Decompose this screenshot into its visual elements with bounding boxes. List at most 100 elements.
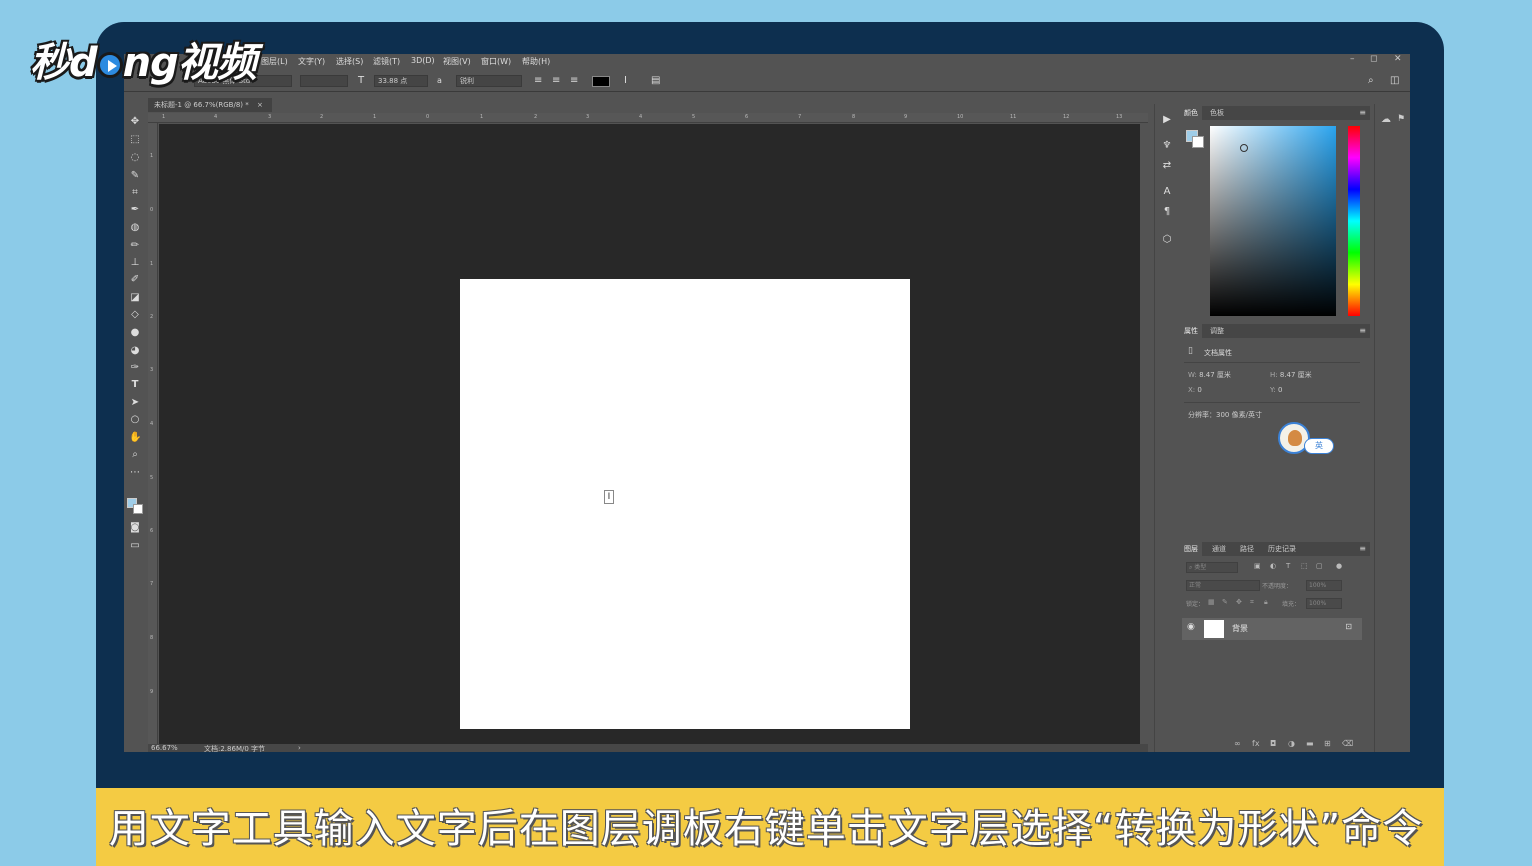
- document-canvas[interactable]: [460, 279, 910, 729]
- fill-field[interactable]: 100%: [1306, 598, 1342, 609]
- opacity-field[interactable]: 100%: [1306, 580, 1342, 591]
- layer-row-background[interactable]: ◉ 背景 ⊡: [1182, 618, 1362, 640]
- menu-select[interactable]: 选择(S): [336, 56, 363, 67]
- input-method-badge[interactable]: 英: [1304, 438, 1334, 454]
- background-color-swatch[interactable]: [1192, 136, 1204, 148]
- tab-adjustments[interactable]: 调整: [1206, 324, 1228, 338]
- character-icon[interactable]: A: [1161, 186, 1173, 198]
- menu-layer[interactable]: 图层(L): [261, 56, 288, 67]
- search-icon[interactable]: ⌕: [1368, 75, 1374, 87]
- adjust-icon[interactable]: ⇄: [1161, 160, 1173, 172]
- tab-channels[interactable]: 通道: [1208, 542, 1230, 556]
- text-color-swatch[interactable]: [592, 76, 610, 87]
- tab-layers[interactable]: 图层: [1180, 542, 1202, 556]
- status-menu-arrow-icon[interactable]: ›: [298, 744, 301, 752]
- menu-view[interactable]: 视图(V): [443, 56, 471, 67]
- screen-mode-icon[interactable]: ▭: [129, 540, 141, 552]
- brush-tool-icon[interactable]: ✏: [129, 240, 141, 252]
- healing-tool-icon[interactable]: ◍: [129, 222, 141, 234]
- hand-tool-icon[interactable]: ✋: [129, 432, 141, 444]
- eyedropper-tool-icon[interactable]: ✒: [129, 204, 141, 216]
- lasso-tool-icon[interactable]: ◌: [129, 152, 141, 164]
- tab-paths[interactable]: 路径: [1236, 542, 1258, 556]
- ellipse-tool-icon[interactable]: ○: [129, 414, 141, 426]
- zoom-level[interactable]: 66.67%: [151, 744, 178, 752]
- history-brush-icon[interactable]: ✐: [129, 274, 141, 286]
- align-left-icon[interactable]: ≡: [534, 75, 542, 87]
- minimize-button[interactable]: –: [1350, 54, 1355, 64]
- lock-paint-icon[interactable]: ✎: [1222, 598, 1228, 606]
- color-picker-handle[interactable]: [1240, 144, 1248, 152]
- lock-pixels-icon[interactable]: ▦: [1208, 598, 1215, 606]
- tab-color[interactable]: 颜色: [1180, 106, 1202, 120]
- layer-name[interactable]: 背景: [1232, 623, 1248, 634]
- play-action-icon[interactable]: ▶: [1161, 114, 1173, 126]
- filter-pixel-icon[interactable]: ▣: [1254, 562, 1261, 570]
- y-field[interactable]: Y: 0: [1270, 386, 1282, 394]
- filter-shape-icon[interactable]: ⬚: [1301, 562, 1308, 570]
- new-layer-icon[interactable]: ⊞: [1324, 739, 1331, 748]
- eraser-tool-icon[interactable]: ◪: [129, 292, 141, 304]
- font-style-select[interactable]: [300, 75, 348, 87]
- paragraph-icon[interactable]: ¶: [1161, 206, 1173, 218]
- add-mask-icon[interactable]: ◘: [1270, 739, 1276, 748]
- brush-preset-icon[interactable]: ♆: [1161, 140, 1173, 152]
- menu-help[interactable]: 帮助(H): [522, 56, 550, 67]
- visibility-eye-icon[interactable]: ◉: [1187, 622, 1195, 632]
- menu-window[interactable]: 窗口(W): [481, 56, 511, 67]
- workspace-icon[interactable]: ◫: [1390, 75, 1399, 87]
- marquee-tool-icon[interactable]: ⬚: [129, 134, 141, 146]
- menu-type[interactable]: 文字(Y): [298, 56, 325, 67]
- width-field[interactable]: W: 8.47 厘米: [1188, 370, 1231, 380]
- document-tab[interactable]: 未标题-1 @ 66.7%(RGB/8) * ×: [148, 98, 272, 112]
- tab-swatches[interactable]: 色板: [1206, 106, 1228, 120]
- zoom-tool-icon[interactable]: ⌕: [129, 449, 141, 461]
- panel-menu-icon[interactable]: ≡: [1359, 542, 1366, 556]
- filter-type-icon[interactable]: T: [1286, 562, 1290, 570]
- paint-bucket-icon[interactable]: ◇: [129, 309, 141, 321]
- blend-mode-select[interactable]: 正常: [1186, 580, 1260, 591]
- canvas-area[interactable]: I: [159, 124, 1140, 744]
- tab-properties[interactable]: 属性: [1180, 324, 1202, 338]
- 3d-cube-icon[interactable]: ⬡: [1161, 234, 1173, 246]
- filter-smart-icon[interactable]: ▢: [1316, 562, 1323, 570]
- menu-3d[interactable]: 3D(D): [411, 56, 435, 65]
- restore-button[interactable]: ◻: [1370, 54, 1377, 64]
- close-button[interactable]: ✕: [1394, 54, 1402, 64]
- background-color-swatch[interactable]: [133, 504, 143, 514]
- close-tab-icon[interactable]: ×: [257, 101, 263, 109]
- align-center-icon[interactable]: ≡: [552, 75, 560, 87]
- path-select-icon[interactable]: ➤: [129, 397, 141, 409]
- panel-menu-icon[interactable]: ≡: [1359, 324, 1366, 338]
- layer-filter-select[interactable]: ⌕ 类型: [1186, 562, 1238, 573]
- adjustment-layer-icon[interactable]: ◑: [1288, 739, 1295, 748]
- crop-tool-icon[interactable]: ⌗: [129, 187, 141, 199]
- character-panel-icon[interactable]: ▤: [651, 75, 660, 87]
- quick-select-tool-icon[interactable]: ✎: [129, 170, 141, 182]
- align-right-icon[interactable]: ≡: [570, 75, 578, 87]
- tab-history[interactable]: 历史记录: [1264, 542, 1300, 556]
- panel-menu-icon[interactable]: ≡: [1359, 106, 1366, 120]
- stamp-tool-icon[interactable]: ⊥: [129, 257, 141, 269]
- font-size-select[interactable]: 33.88 点: [374, 75, 428, 87]
- blur-tool-icon[interactable]: ●: [129, 327, 141, 339]
- move-tool-icon[interactable]: ✥: [129, 116, 141, 128]
- flag-icon[interactable]: ⚑: [1397, 114, 1405, 124]
- menu-filter[interactable]: 滤镜(T): [373, 56, 400, 67]
- lock-position-icon[interactable]: ✥: [1236, 598, 1242, 606]
- lock-artboard-icon[interactable]: ⌗: [1250, 598, 1254, 607]
- height-field[interactable]: H: 8.47 厘米: [1270, 370, 1312, 380]
- lock-all-icon[interactable]: 🔒︎: [1264, 598, 1268, 607]
- type-tool-icon[interactable]: T: [129, 379, 141, 391]
- quick-mask-icon[interactable]: ◙: [129, 522, 141, 534]
- filter-toggle-icon[interactable]: ●: [1336, 562, 1342, 570]
- link-layers-icon[interactable]: ∞: [1234, 739, 1241, 748]
- new-group-icon[interactable]: ▬: [1306, 739, 1314, 748]
- filter-adjust-icon[interactable]: ◐: [1270, 562, 1276, 570]
- delete-layer-icon[interactable]: ⌫: [1342, 739, 1353, 748]
- dodge-tool-icon[interactable]: ◕: [129, 345, 141, 357]
- more-tools-icon[interactable]: ⋯: [129, 467, 141, 479]
- cloud-library-icon[interactable]: ☁: [1381, 114, 1391, 125]
- pen-tool-icon[interactable]: ✑: [129, 362, 141, 374]
- color-picker-field[interactable]: [1210, 126, 1336, 316]
